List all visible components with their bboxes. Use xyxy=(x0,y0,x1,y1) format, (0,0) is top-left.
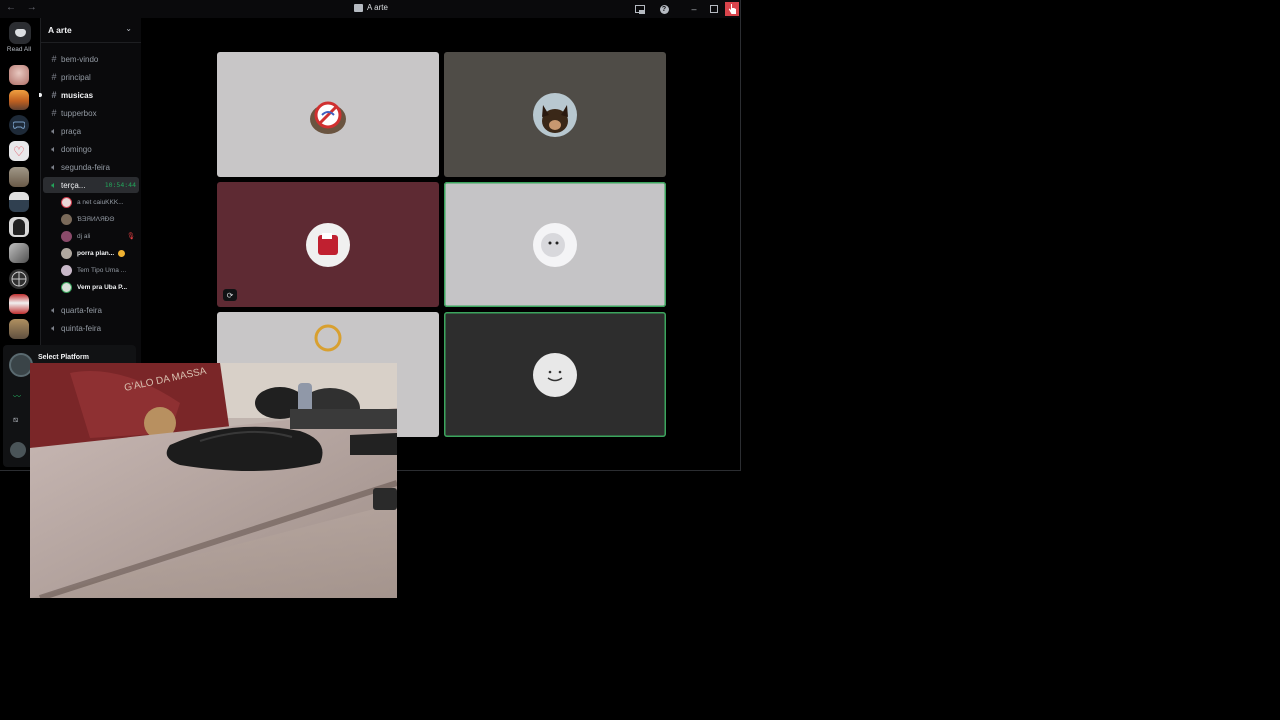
inbox-icon[interactable] xyxy=(633,2,647,16)
title-bar: ← → A arte ? – xyxy=(0,0,740,18)
chevron-down-icon[interactable]: ⌄ xyxy=(125,24,132,33)
select-platform-title: Select Platform xyxy=(38,354,89,361)
server-icon-1[interactable] xyxy=(9,65,29,85)
participant-tile[interactable] xyxy=(217,52,439,177)
channel-tupperbox[interactable]: # tupperbox xyxy=(43,105,139,121)
compass-server-icon[interactable] xyxy=(9,269,29,289)
server-icon-5[interactable] xyxy=(9,167,29,187)
hash-icon: # xyxy=(51,72,57,82)
call-timer: 10:54:44 xyxy=(104,181,136,189)
server-icon-11[interactable] xyxy=(9,319,29,339)
window-title-text: A arte xyxy=(367,3,388,12)
voice-member[interactable]: dj ali 🎙︎ xyxy=(61,228,139,244)
avatar xyxy=(61,264,72,276)
minimize-icon[interactable]: – xyxy=(687,2,701,16)
close-icon[interactable] xyxy=(725,2,739,16)
member-name: a net caiuKKK... xyxy=(77,198,124,206)
hash-icon: # xyxy=(51,54,57,64)
channel-praca[interactable]: 🔈︎ praça xyxy=(43,123,139,139)
mute-icon: 🎙︎ xyxy=(126,233,135,240)
participant-tile[interactable] xyxy=(444,312,666,437)
server-icon-2[interactable] xyxy=(9,90,29,110)
channel-label: praça xyxy=(61,126,82,136)
discord-home-icon[interactable] xyxy=(9,22,31,44)
smiley-avatar xyxy=(533,352,577,397)
channel-label: segunda-feira xyxy=(61,162,110,172)
channel-domingo[interactable]: 🔈︎ domingo xyxy=(43,141,139,157)
read-all-button[interactable]: Read All xyxy=(2,46,36,53)
channel-bem-vindo[interactable]: # bem-vindo xyxy=(43,51,139,67)
no-wifi-cat-avatar xyxy=(306,93,350,137)
channel-label: terça... xyxy=(61,180,86,190)
member-name: ƁƎЯИΛЯÐΘ xyxy=(77,215,115,223)
speaker-icon: 🔈︎ xyxy=(51,125,57,136)
speaker-icon: 🔈︎ xyxy=(51,179,57,190)
speaker-icon: 🔈︎ xyxy=(51,161,57,172)
voice-member[interactable]: Tem Tipo Uma ... xyxy=(61,262,139,278)
member-name: Vem pra Uba P... xyxy=(77,283,128,291)
puppy-avatar xyxy=(533,92,577,137)
member-name: porra plan... xyxy=(77,249,115,257)
signal-icon[interactable]: 〰 xyxy=(13,391,21,402)
participant-tile[interactable] xyxy=(444,52,666,177)
voice-member[interactable]: ƁƎЯИΛЯÐΘ xyxy=(61,211,139,227)
screen-share-icon[interactable]: ⧅ xyxy=(13,415,18,425)
channel-musicas[interactable]: # musicas xyxy=(43,87,139,103)
speaker-icon: 🔈︎ xyxy=(51,304,57,315)
channel-label: bem-vindo xyxy=(61,54,99,64)
channel-label: tupperbox xyxy=(61,108,97,118)
maximize-icon[interactable] xyxy=(707,2,721,16)
avatar xyxy=(61,281,72,293)
nav-arrows[interactable]: ← → xyxy=(6,2,41,13)
guild-name: A arte xyxy=(48,25,72,35)
gamepad-server-icon[interactable] xyxy=(9,115,29,135)
hash-icon: # xyxy=(51,108,57,118)
channel-quinta-feira[interactable]: 🔈︎ quinta-feira xyxy=(43,320,139,336)
avatar xyxy=(61,230,72,242)
help-icon[interactable]: ? xyxy=(657,2,671,16)
member-name: dj ali xyxy=(77,232,91,240)
user-avatar[interactable] xyxy=(10,442,26,458)
member-name: Tem Tipo Uma ... xyxy=(77,266,127,274)
speaker-icon: 🔈︎ xyxy=(51,322,57,333)
window-title: A arte xyxy=(354,3,388,12)
heart-server-icon[interactable]: ♡ xyxy=(9,141,29,161)
voice-member[interactable]: Vem pra Uba P... xyxy=(61,279,139,295)
participant-tile[interactable] xyxy=(444,182,666,307)
channel-principal[interactable]: # principal xyxy=(43,69,139,85)
avatar xyxy=(61,196,72,208)
channel-quarta-feira[interactable]: 🔈︎ quarta-feira xyxy=(43,302,139,318)
server-icon-10[interactable] xyxy=(9,294,29,314)
channel-label: musicas xyxy=(61,90,94,100)
partial-avatar xyxy=(306,308,350,352)
hash-icon: # xyxy=(51,90,57,100)
channel-label: quarta-feira xyxy=(61,305,102,315)
server-icon-6[interactable] xyxy=(9,192,29,212)
voice-member[interactable]: a net caiuKKK... xyxy=(61,194,139,210)
server-icon-8[interactable] xyxy=(9,243,29,263)
server-icon xyxy=(354,3,363,12)
participant-tile[interactable]: ⟳ xyxy=(217,182,439,307)
channel-label: quinta-feira xyxy=(61,323,102,333)
plush-avatar xyxy=(533,222,577,267)
channel-label: domingo xyxy=(61,144,92,154)
voice-member[interactable]: porra plan... xyxy=(61,245,139,261)
guild-header[interactable]: A arte ⌄ xyxy=(41,18,141,43)
server-icon-7[interactable] xyxy=(9,217,29,237)
stream-icon[interactable]: ⟳ xyxy=(223,289,237,301)
channel-terca-feira[interactable]: 🔈︎ terça... 10:54:44 xyxy=(43,177,139,193)
status-emoji-icon xyxy=(118,249,126,257)
speaker-icon: 🔈︎ xyxy=(51,143,57,154)
red-sticker-avatar xyxy=(306,222,350,267)
avatar xyxy=(61,247,72,259)
avatar xyxy=(61,213,72,225)
unread-indicator xyxy=(39,93,42,97)
channel-segunda-feira[interactable]: 🔈︎ segunda-feira xyxy=(43,159,139,175)
webcam-video-feed: G'ALO DA MASSA xyxy=(30,363,397,598)
channel-label: principal xyxy=(61,72,91,82)
